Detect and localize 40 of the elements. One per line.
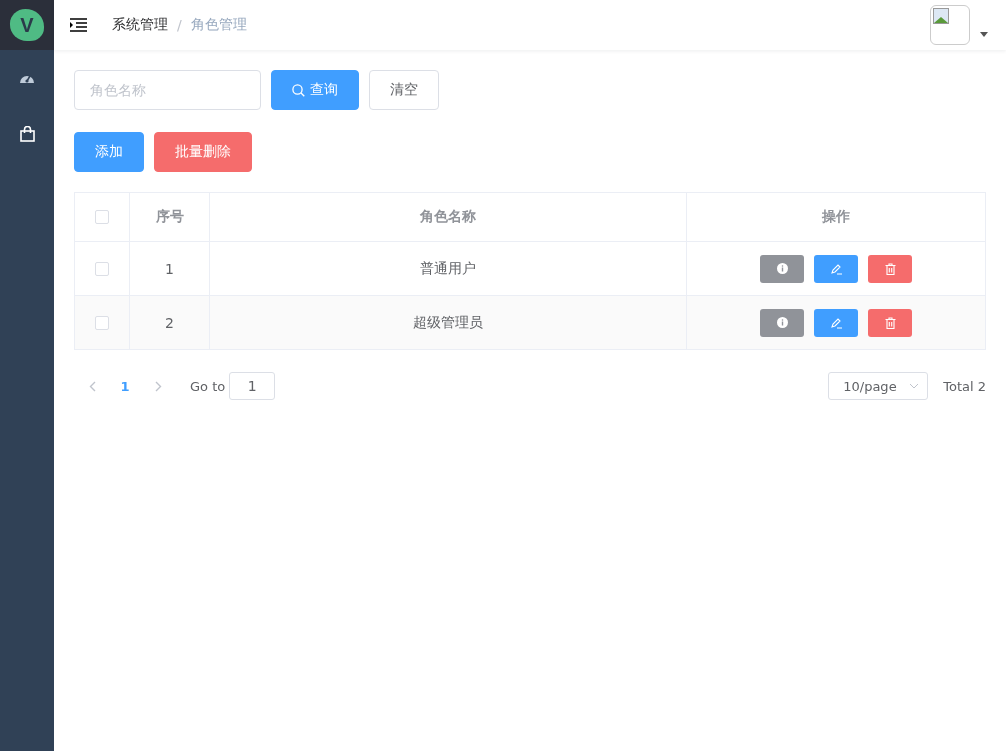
info-icon — [776, 263, 788, 274]
select-all-checkbox[interactable] — [95, 210, 109, 224]
info-button[interactable] — [760, 254, 804, 283]
delete-button[interactable] — [868, 254, 912, 283]
table-cell: 超级管理员 — [413, 313, 483, 332]
role-name-field[interactable]: 角色名称 — [74, 70, 261, 110]
page-size-select[interactable]: 10/page — [828, 372, 929, 400]
pencil-icon — [830, 262, 842, 275]
goto-page-field[interactable]: 1 — [229, 372, 276, 400]
chevron-left-icon — [88, 380, 96, 392]
search-icon — [292, 83, 305, 97]
total-count: Total 2 — [943, 378, 986, 394]
goto-label: Go to — [190, 378, 226, 394]
table-cell: 普通用户 — [420, 259, 476, 278]
row-checkbox[interactable] — [95, 315, 109, 330]
breadcrumb-separator: / — [177, 17, 182, 33]
table-cell: 1 — [165, 260, 174, 277]
chevron-right-icon — [154, 380, 162, 392]
trash-icon — [884, 316, 896, 329]
table-cell: 2 — [165, 314, 174, 331]
caret-down-icon[interactable] — [980, 31, 988, 37]
row-checkbox[interactable] — [95, 261, 109, 276]
column-header: 角色名称 — [420, 208, 476, 226]
info-button[interactable] — [760, 308, 804, 337]
clear-button[interactable]: 清空 — [369, 70, 439, 110]
edit-button[interactable] — [814, 308, 858, 337]
menu-toggle-icon[interactable] — [70, 18, 87, 32]
chevron-down-icon — [909, 383, 920, 389]
edit-button[interactable] — [814, 254, 858, 283]
avatar-image[interactable] — [930, 5, 970, 45]
column-header: 序号 — [155, 208, 184, 226]
column-header: 操作 — [822, 208, 850, 226]
delete-button[interactable] — [868, 308, 912, 337]
info-icon — [776, 317, 788, 328]
breadcrumb-item: 角色管理 — [190, 16, 247, 34]
trash-icon — [884, 262, 896, 275]
breadcrumb-item[interactable]: 系统管理 — [112, 16, 168, 34]
pencil-icon — [830, 316, 842, 329]
logo: V — [10, 9, 44, 41]
shopping-bag-icon[interactable] — [19, 126, 35, 142]
